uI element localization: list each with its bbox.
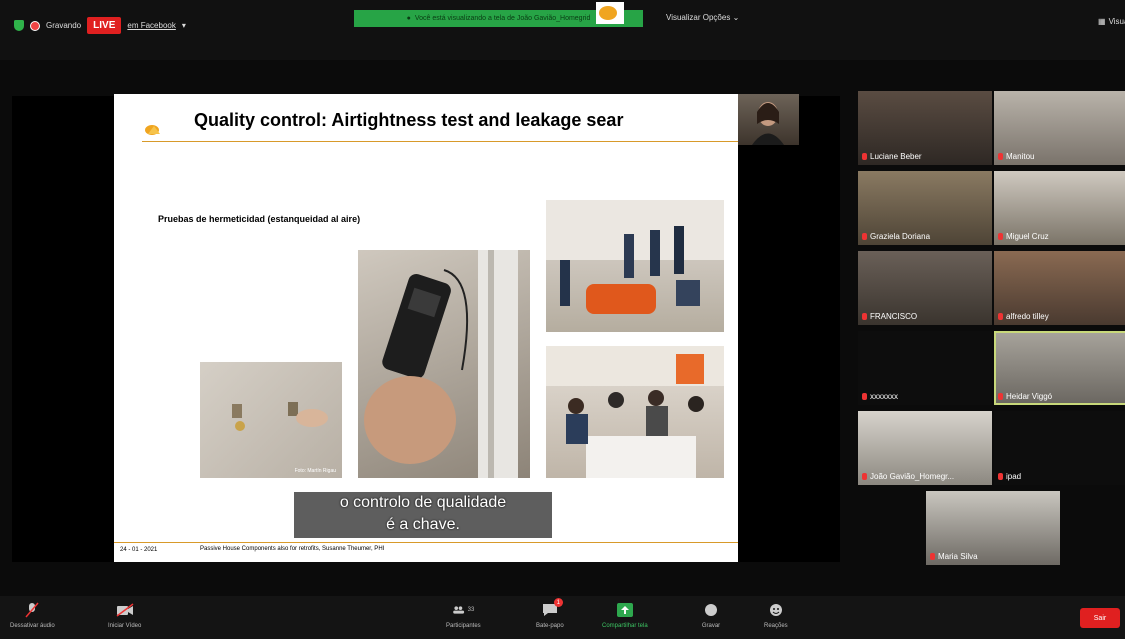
participant-tile-active-speaker[interactable]: Heidar Viggó (994, 331, 1125, 405)
chat-icon: 1 (539, 598, 563, 618)
mic-muted-icon (998, 233, 1003, 240)
participant-tile[interactable]: João Gavião_Homegr... (858, 411, 992, 485)
mic-muted-icon (998, 313, 1003, 320)
participant-name: João Gavião_Homegr... (870, 472, 955, 481)
participant-name: alfredo tilley (1006, 312, 1049, 321)
participant-tile[interactable]: xxxxxxx (858, 331, 992, 405)
participant-name: Manitou (1006, 152, 1035, 161)
share-screen-icon (614, 602, 636, 618)
participants-button[interactable]: 33 Participantes (446, 602, 481, 629)
mic-muted-icon (862, 393, 867, 400)
record-icon (700, 602, 722, 618)
participants-label: Participantes (446, 623, 481, 629)
record-button[interactable]: Gravar (700, 602, 722, 629)
mic-muted-icon (862, 313, 867, 320)
participants-count: 33 (467, 607, 475, 613)
recording-label: Gravando (46, 21, 82, 30)
mic-muted-icon (998, 473, 1003, 480)
facebook-stream-link[interactable]: em Facebook (127, 21, 175, 30)
chevron-down-icon: ⌄ (732, 13, 740, 22)
passive-house-logo-right (596, 2, 624, 24)
top-bar: Gravando LIVE em Facebook ▾ ● Você está … (0, 0, 1125, 60)
participant-tile[interactable]: FRANCISCO (858, 251, 992, 325)
mic-muted-icon (862, 233, 867, 240)
chevron-down-icon[interactable]: ▾ (182, 21, 186, 30)
slide-title-divider (142, 141, 738, 142)
caption-line-2: é a chave. (386, 516, 460, 533)
view-options-label: Visualizar Opções (666, 13, 731, 22)
chat-button[interactable]: 1 Bate-papo (536, 598, 564, 629)
mic-muted-icon (998, 153, 1003, 160)
viewing-banner-text: Você está visualizando a tela de João Ga… (414, 15, 591, 22)
leave-meeting-button[interactable]: Sair (1080, 608, 1120, 628)
reactions-label: Reações (764, 623, 788, 629)
share-screen-label: Compartilhar tela (602, 623, 648, 629)
grid-view-icon: ▦ (1098, 17, 1106, 26)
photo-leak-detector (358, 250, 530, 478)
caption-line-1: o controlo de qualidade (339, 494, 507, 511)
video-off-icon (114, 602, 136, 618)
record-label: Gravar (701, 623, 721, 629)
participant-name: Miguel Cruz (1006, 232, 1049, 241)
participant-name: Maria Silva (938, 552, 978, 561)
participant-name: Graziela Doriana (870, 232, 931, 241)
live-caption: o controlo de qualidade é a chave. (294, 492, 552, 538)
recording-dot-icon (30, 20, 40, 31)
participant-tile[interactable]: Luciane Beber (858, 91, 992, 165)
live-badge[interactable]: LIVE (87, 17, 122, 34)
participant-name: Heidar Viggó (1006, 392, 1053, 401)
participant-name: xxxxxxx (870, 392, 898, 401)
mute-label: Dessativar áudio (10, 623, 55, 629)
view-layout-button[interactable]: ▦ Visualizar (1098, 17, 1125, 26)
participant-name: Luciane Beber (870, 152, 922, 161)
mic-off-icon (21, 602, 43, 618)
photo-credit: Foto: Martín Rigau (294, 468, 336, 474)
slide-subtitle: Pruebas de hermeticidad (estanqueidad al… (158, 214, 361, 224)
chat-label: Bate-papo (536, 623, 564, 629)
recording-group: Gravando LIVE em Facebook ▾ (14, 17, 186, 34)
start-video-button[interactable]: Iniciar Vídeo (108, 602, 141, 629)
participant-tile[interactable]: Manitou (994, 91, 1125, 165)
presenter-video-thumbnail[interactable] (738, 94, 799, 145)
slide-footer-text: Passive House Components also for retrof… (200, 546, 385, 552)
participant-tile[interactable]: ipad (994, 411, 1125, 485)
reactions-button[interactable]: Reações (764, 602, 788, 629)
participant-name: ipad (1006, 472, 1022, 481)
mic-muted-icon (862, 473, 867, 480)
participant-name: FRANCISCO (870, 312, 918, 321)
smile-icon (765, 602, 787, 618)
meeting-toolbar: Dessativar áudio Iniciar Vídeo 33 Partic… (0, 596, 1125, 639)
mute-button[interactable]: Dessativar áudio (10, 602, 55, 629)
view-layout-label: Visualizar (1108, 17, 1125, 26)
share-screen-button[interactable]: Compartilhar tela (602, 602, 648, 629)
participant-gallery: Luciane Beber Manitou Graziela Doriana M… (858, 91, 1125, 571)
participants-icon: 33 (452, 602, 474, 618)
mic-muted-icon (862, 153, 867, 160)
photo-blower-door-team (546, 200, 724, 332)
mic-muted-icon (998, 393, 1003, 400)
slide-footer-divider (114, 542, 738, 543)
participant-tile[interactable]: Graziela Doriana (858, 171, 992, 245)
passive-house-logo (145, 125, 160, 135)
participant-tile[interactable]: Maria Silva (926, 491, 1060, 565)
photo-team-analysis (546, 346, 724, 478)
security-shield-icon[interactable] (14, 20, 24, 31)
view-options-menu[interactable]: Visualizar Opções ⌄ (666, 13, 739, 22)
participant-tile[interactable]: Miguel Cruz (994, 171, 1125, 245)
mic-muted-icon (930, 553, 935, 560)
photo-wall-outlet: Foto: Martín Rigau (200, 362, 342, 478)
slide-footer-date: 24 - 01 - 2021 (120, 547, 158, 553)
screen-share-dot-icon: ● (406, 15, 411, 22)
chat-unread-badge: 1 (553, 598, 563, 607)
start-video-label: Iniciar Vídeo (108, 623, 142, 629)
slide-title: Quality control: Airtightness test and l… (194, 110, 624, 130)
participant-tile[interactable]: alfredo tilley (994, 251, 1125, 325)
